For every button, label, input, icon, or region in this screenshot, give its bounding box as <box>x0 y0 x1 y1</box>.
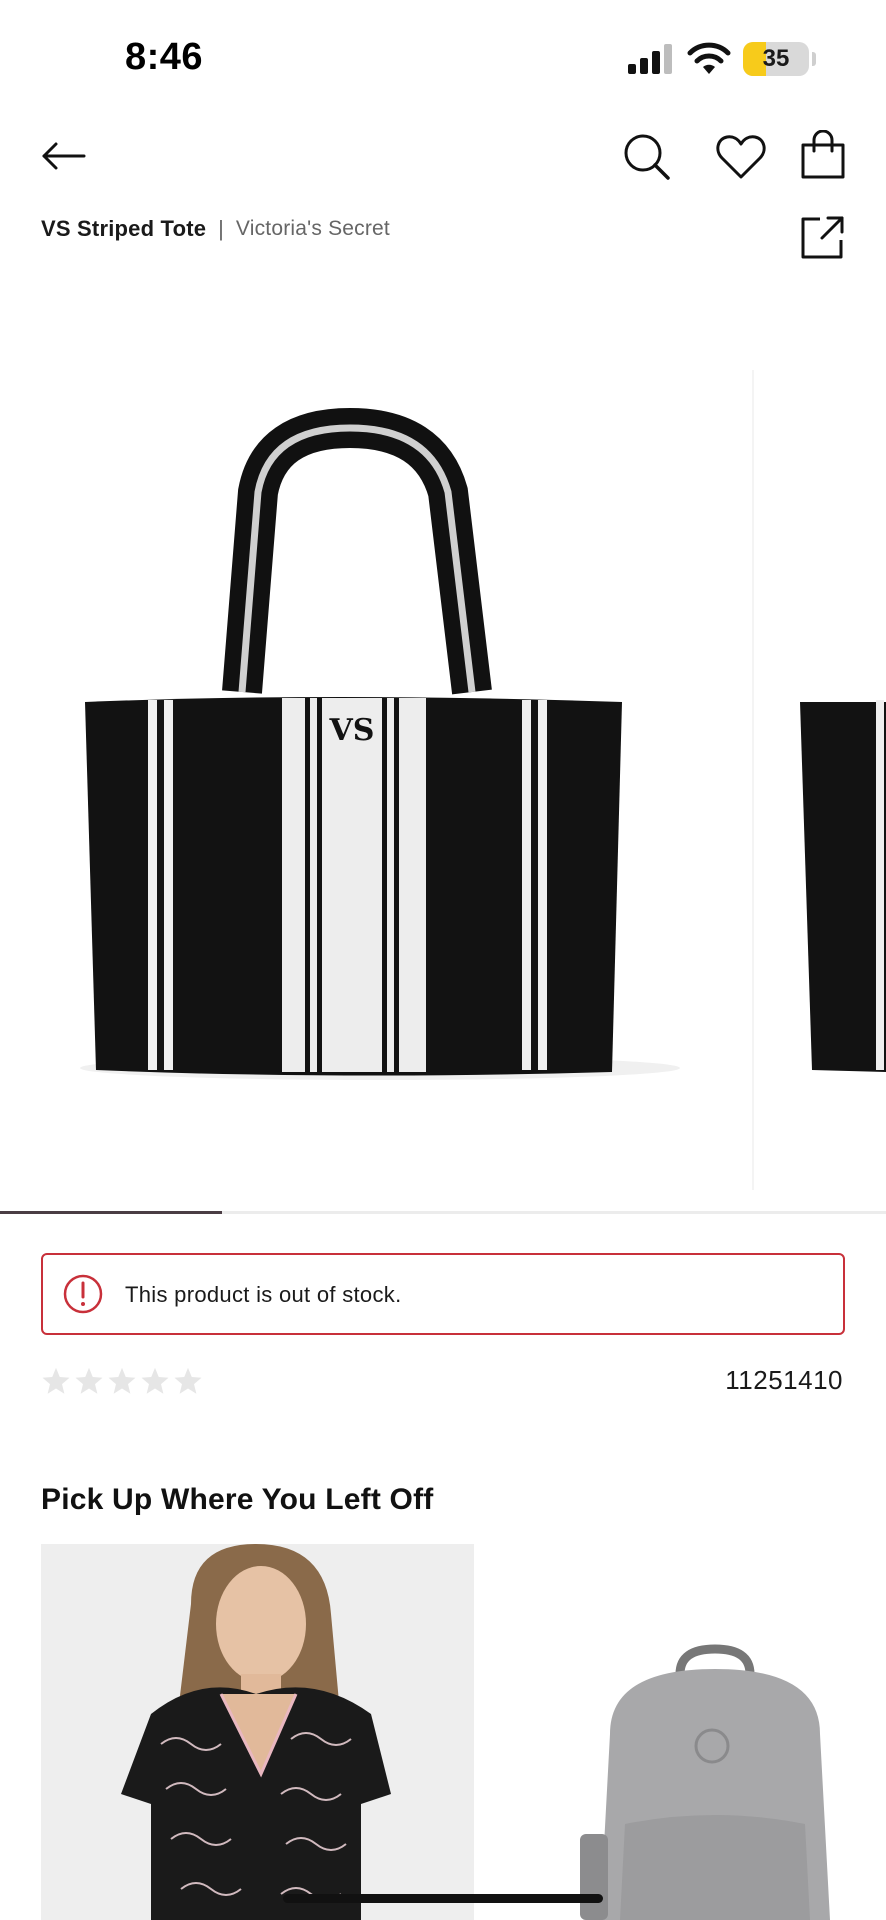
svg-text:VS: VS <box>329 713 375 748</box>
star-icon <box>141 1367 169 1394</box>
wifi-icon <box>687 42 731 74</box>
share-icon <box>801 216 844 259</box>
battery-level: 35 <box>762 45 790 72</box>
rating-stars[interactable] <box>41 1366 203 1396</box>
status-bar: 8:46 35 <box>0 0 886 120</box>
search-icon <box>624 134 670 180</box>
shopping-bag-button[interactable] <box>800 130 846 180</box>
share-button[interactable] <box>800 214 846 260</box>
title-separator: | <box>218 216 224 241</box>
recommendation-card-pajama[interactable] <box>41 1544 474 1920</box>
wishlist-button[interactable] <box>715 132 767 182</box>
battery-cap <box>812 52 816 66</box>
brand-name: Victoria's Secret <box>235 217 390 240</box>
product-image-backpack <box>580 1644 830 1920</box>
arrow-left-icon <box>42 142 86 170</box>
product-title-row: VS Striped Tote | Victoria's Secret <box>41 216 390 242</box>
stock-message: This product is out of stock. <box>125 1282 402 1307</box>
status-time: 8:46 <box>125 36 204 78</box>
search-button[interactable] <box>622 132 672 182</box>
star-icon <box>42 1367 70 1394</box>
alert-circle-icon <box>63 1274 103 1314</box>
product-image-gallery[interactable]: VS <box>0 300 886 1210</box>
heart-icon <box>716 135 766 179</box>
product-sku: 11251410 <box>725 1365 843 1395</box>
star-icon <box>75 1367 103 1394</box>
recommendations-title: Pick Up Where You Left Off <box>41 1483 434 1516</box>
star-icon <box>174 1367 202 1394</box>
home-indicator <box>283 1894 603 1903</box>
battery-indicator: 35 <box>743 42 809 76</box>
recommendation-card-backpack[interactable] <box>540 1544 886 1920</box>
cellular-signal-icon <box>628 44 672 74</box>
product-name: VS Striped Tote <box>41 216 207 241</box>
gallery-slide-divider <box>752 370 754 1190</box>
gallery-progress-bar <box>0 1211 886 1214</box>
product-image-pajama-set <box>41 1544 474 1920</box>
star-icon <box>108 1367 136 1394</box>
shopping-bag-icon <box>801 130 845 179</box>
back-button[interactable] <box>40 136 90 176</box>
out-of-stock-alert: This product is out of stock. <box>41 1253 845 1335</box>
gallery-progress-fill <box>0 1211 222 1214</box>
